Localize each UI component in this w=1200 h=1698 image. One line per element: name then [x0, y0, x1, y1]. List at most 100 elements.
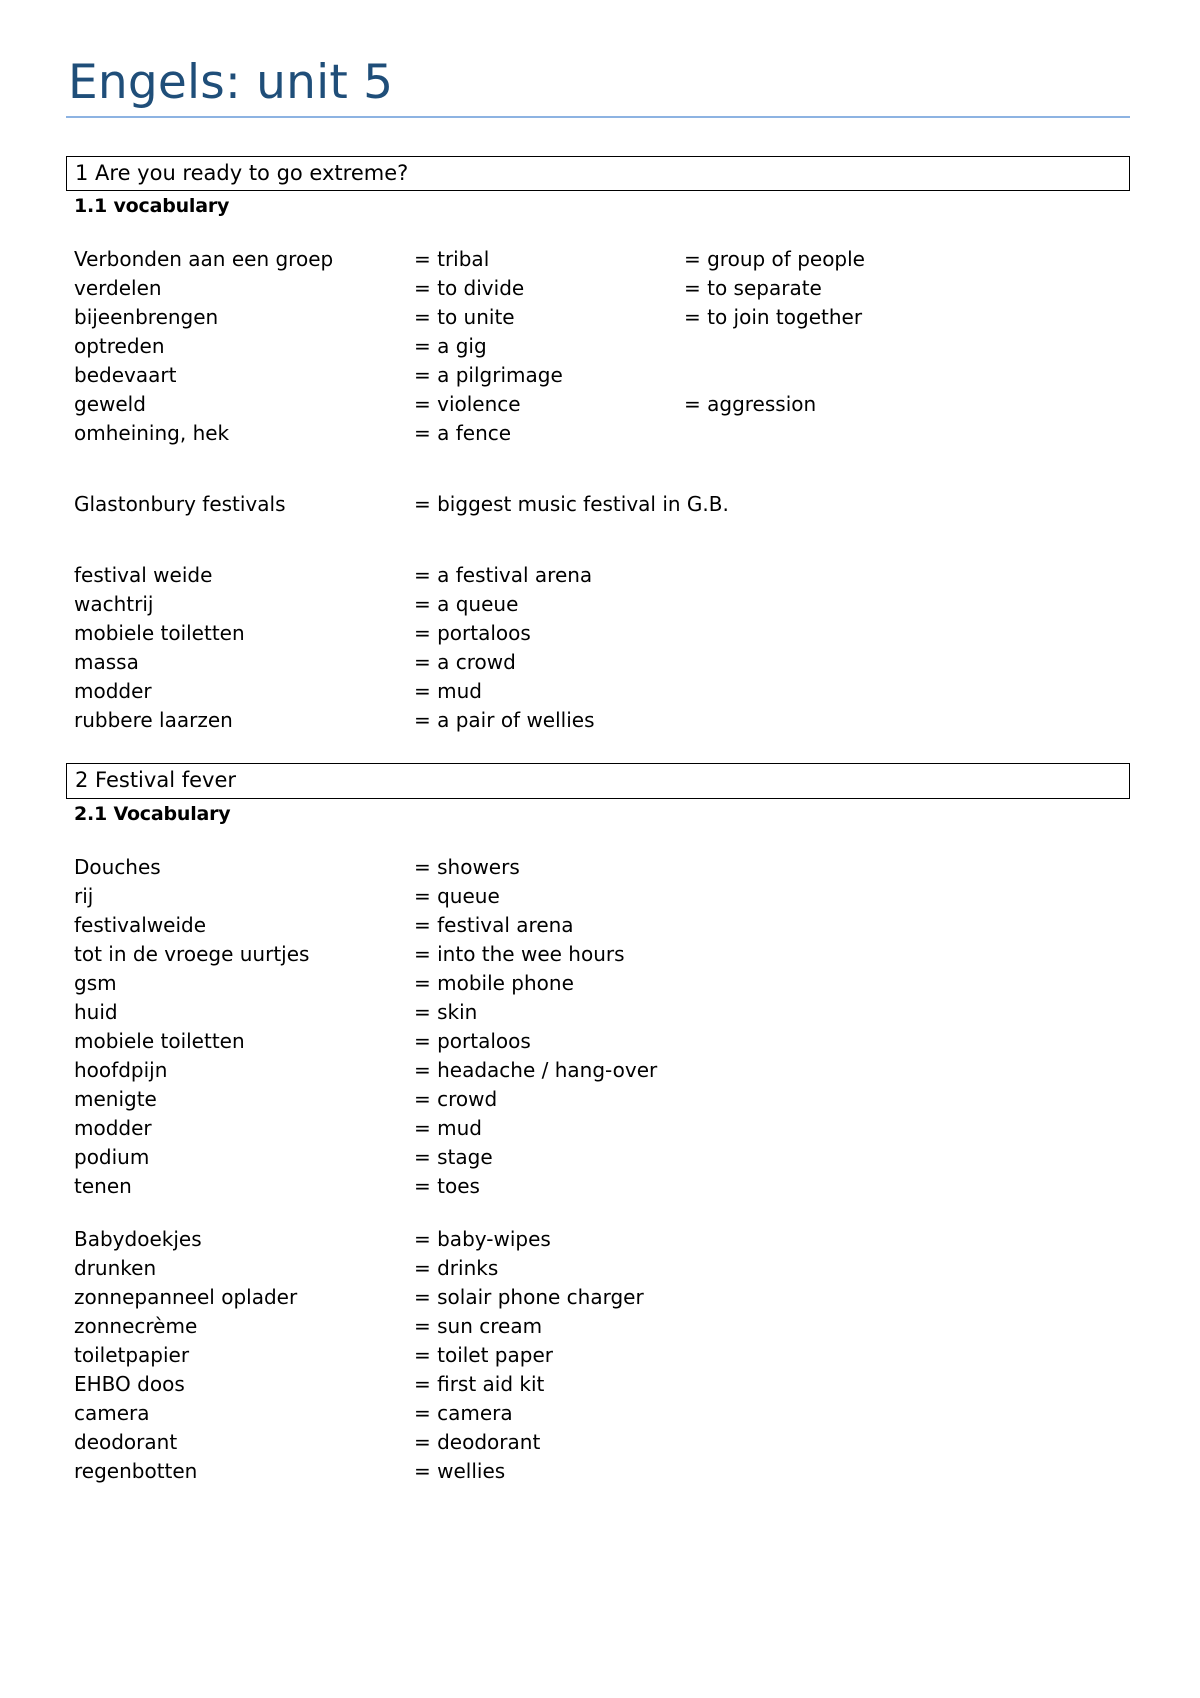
term-dutch: geweld — [74, 392, 146, 417]
term-dutch: bijeenbrengen — [74, 305, 219, 330]
term-english: = crowd — [414, 1086, 498, 1111]
term-dutch: massa — [74, 650, 139, 675]
term-dutch: mobiele toiletten — [74, 621, 245, 646]
title-gap — [66, 118, 1130, 156]
vocab-row: camera = camera — [74, 1399, 1130, 1428]
vocab-row: drunken = drinks — [74, 1254, 1130, 1283]
term-alt — [684, 648, 1130, 677]
term-english: = violence — [414, 392, 521, 417]
term-alt — [684, 1143, 1130, 1172]
vocab-row: Glastonbury festivals = biggest music fe… — [74, 490, 1130, 519]
document-page: Engels: unit 5 1 Are you ready to go ext… — [0, 0, 1200, 1698]
term-english: = a crowd — [414, 650, 516, 675]
term-alt — [684, 361, 1130, 390]
term-english: = toilet paper — [414, 1342, 553, 1367]
vocab-row: tenen = toes — [74, 1172, 1130, 1201]
vocab-row: rij = queue — [74, 882, 1130, 911]
term-english: = showers — [414, 854, 520, 879]
vocab-row: toiletpapier = toilet paper — [74, 1341, 1130, 1370]
section-1-subheader: 1.1 vocabulary — [74, 195, 230, 218]
term-alt — [684, 940, 1130, 969]
term-alt: = to join together — [684, 305, 863, 330]
term-alt — [684, 853, 1130, 882]
term-english: = biggest music festival in G.B. — [414, 492, 729, 517]
page-title: Engels: unit 5 — [66, 52, 1130, 119]
term-alt — [684, 1428, 1130, 1457]
term-dutch: EHBO doos — [74, 1371, 185, 1396]
section-2: 2 Festival fever 2.1 Vocabulary Douches … — [66, 763, 1130, 1485]
term-alt: = aggression — [684, 392, 817, 417]
term-alt — [684, 677, 1130, 706]
term-english: = headache / hang-over — [414, 1057, 658, 1082]
term-english: = a festival arena — [414, 563, 593, 588]
term-english: = festival arena — [414, 912, 574, 937]
term-dutch: podium — [74, 1144, 150, 1169]
term-english: = a pair of wellies — [414, 708, 595, 733]
term-dutch: zonnepanneel oplader — [74, 1284, 298, 1309]
vocab-row: tot in de vroege uurtjes = into the wee … — [74, 940, 1130, 969]
term-alt — [684, 1114, 1130, 1143]
term-english: = wellies — [414, 1458, 506, 1483]
term-english: = a pilgrimage — [414, 363, 563, 388]
vocab-row: modder = mud — [74, 677, 1130, 706]
vocab-row: huid = skin — [74, 998, 1130, 1027]
vocab-row: Babydoekjes = baby-wipes — [74, 1225, 1130, 1254]
term-dutch: wachtrij — [74, 592, 154, 617]
vocab-row: zonnepanneel oplader = solair phone char… — [74, 1283, 1130, 1312]
vocab-row: omheining, hek = a fence — [74, 419, 1130, 448]
term-dutch: tenen — [74, 1173, 132, 1198]
term-alt — [684, 1457, 1130, 1486]
term-english: = to divide — [414, 276, 525, 301]
vocab-row: zonnecrème = sun cream — [74, 1312, 1130, 1341]
term-dutch: bedevaart — [74, 363, 177, 388]
vocab-row: mobiele toiletten = portaloos — [74, 1027, 1130, 1056]
term-english: = queue — [414, 883, 500, 908]
term-dutch: verdelen — [74, 276, 162, 301]
term-english: = into the wee hours — [414, 941, 625, 966]
term-alt — [684, 1027, 1130, 1056]
vocab-row: festival weide = a festival arena — [74, 561, 1130, 590]
term-alt — [684, 1225, 1130, 1254]
term-dutch: Glastonbury festivals — [74, 492, 286, 517]
term-dutch: Douches — [74, 854, 161, 879]
term-alt — [684, 619, 1130, 648]
term-english: = skin — [414, 999, 478, 1024]
term-alt — [684, 1399, 1130, 1428]
term-alt — [684, 1254, 1130, 1283]
term-alt — [684, 998, 1130, 1027]
vocab-row: geweld = violence = aggression — [74, 390, 1130, 419]
term-alt — [684, 561, 1130, 590]
term-dutch: zonnecrème — [74, 1313, 198, 1338]
term-dutch: rij — [74, 883, 94, 908]
vocab-group-2-1: Douches = showers rij = queue festivalwe… — [66, 853, 1130, 1201]
section-1: 1 Are you ready to go extreme? 1.1 vocab… — [66, 156, 1130, 735]
vocab-row: modder = mud — [74, 1114, 1130, 1143]
term-dutch: menigte — [74, 1086, 157, 1111]
term-alt — [684, 1312, 1130, 1341]
term-english: = toes — [414, 1173, 480, 1198]
term-english: = mud — [414, 679, 482, 704]
vocab-row: bedevaart = a pilgrimage — [74, 361, 1130, 390]
term-alt — [684, 1370, 1130, 1399]
term-dutch: rubbere laarzen — [74, 708, 233, 733]
vocab-row: mobiele toiletten = portaloos — [74, 619, 1130, 648]
term-dutch: modder — [74, 1115, 152, 1140]
vocab-row: wachtrij = a queue — [74, 590, 1130, 619]
term-alt — [684, 332, 1130, 361]
term-dutch: gsm — [74, 970, 117, 995]
term-dutch: Babydoekjes — [74, 1226, 202, 1251]
term-dutch: camera — [74, 1400, 150, 1425]
vocab-row: verdelen = to divide = to separate — [74, 274, 1130, 303]
term-dutch: drunken — [74, 1255, 157, 1280]
term-english: = stage — [414, 1144, 493, 1169]
term-dutch: tot in de vroege uurtjes — [74, 941, 310, 966]
term-english: = mobile phone — [414, 970, 574, 995]
term-english: = camera — [414, 1400, 513, 1425]
vocab-row: regenbotten = wellies — [74, 1457, 1130, 1486]
term-dutch: mobiele toiletten — [74, 1028, 245, 1053]
term-english: = baby-wipes — [414, 1226, 551, 1251]
term-alt — [684, 969, 1130, 998]
